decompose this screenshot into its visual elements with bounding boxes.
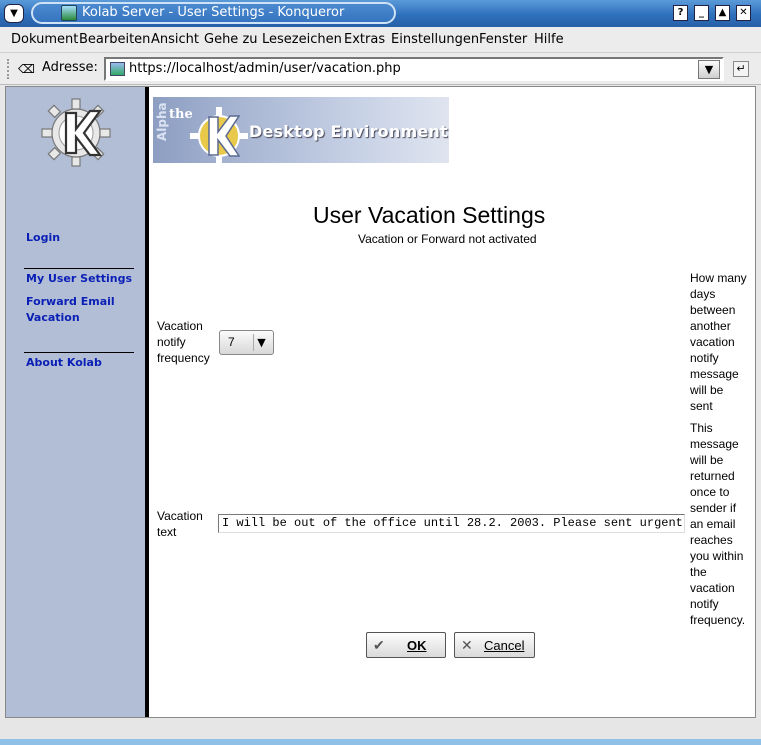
help-line: frequency. [690, 613, 746, 627]
help-line: once to [690, 485, 730, 499]
check-icon: ✔ [373, 637, 385, 653]
status-message: Vacation or Forward not activated [358, 232, 537, 246]
help-line: notify [690, 597, 719, 611]
frequency-select[interactable]: 7 ▼ [219, 330, 274, 355]
menu-lesezeichen[interactable]: Lesezeichen [262, 32, 342, 47]
banner-the: the [169, 107, 193, 122]
help-line: will be [690, 453, 724, 467]
sidebar: Login My User Settings Forward Email Vac… [6, 87, 149, 717]
maximize-icon[interactable]: ▲ [715, 5, 730, 21]
sidebar-link-login[interactable]: Login [26, 231, 60, 244]
window-bottom-border [0, 739, 761, 745]
ok-button[interactable]: ✔ OK [366, 632, 446, 658]
help-line: days [690, 287, 716, 301]
help-line: vacation [690, 335, 735, 349]
konqueror-app-icon [61, 5, 77, 21]
help-line: message [690, 437, 739, 451]
vacation-text-value: I will be out of the office until 28.2. … [222, 516, 685, 530]
frequency-label-line: notify [157, 335, 186, 349]
menu-extras[interactable]: Extras [344, 32, 385, 47]
vacation-text-help: This message will be returned once to se… [690, 420, 754, 628]
menu-bearbeiten[interactable]: Bearbeiten [79, 32, 150, 47]
frequency-label-line: frequency [157, 351, 210, 365]
sidebar-divider [24, 352, 134, 353]
menu-fenster[interactable]: Fenster [479, 32, 527, 47]
window-menu-icon[interactable]: ▼ [4, 4, 24, 23]
help-line: between [690, 303, 736, 317]
menu-gehe-zu[interactable]: Gehe zu [204, 32, 258, 47]
cancel-button-label: Cancel [484, 638, 525, 653]
status-bar [0, 719, 761, 745]
menu-ansicht[interactable]: Ansicht [151, 32, 199, 47]
help-line: reaches [690, 533, 733, 547]
kde-banner: Alpha the Desktop Environment [153, 97, 449, 163]
sidebar-link-forward-email[interactable]: Forward Email [26, 295, 115, 308]
minimize-icon[interactable]: _ [694, 5, 709, 21]
ok-button-label: OK [407, 638, 427, 653]
banner-title: Desktop Environment [249, 122, 448, 141]
vacation-text-label-line: text [157, 525, 177, 539]
sidebar-link-vacation[interactable]: Vacation [26, 311, 80, 324]
help-line: the [690, 565, 707, 579]
help-line: you within [690, 549, 744, 563]
history-dropdown-icon[interactable]: ▼ [698, 60, 720, 79]
go-icon[interactable]: ↵ [733, 61, 749, 77]
banner-alpha: Alpha [155, 102, 169, 141]
window-title: Kolab Server - User Settings - Konqueror [82, 5, 345, 20]
clear-location-icon[interactable]: ⌫ [18, 62, 35, 76]
help-line: vacation [690, 581, 735, 595]
location-label: Adresse: [42, 60, 98, 75]
help-line: message [690, 367, 739, 381]
sidebar-divider [24, 268, 134, 269]
help-line: returned [690, 469, 735, 483]
dropdown-arrow-icon[interactable]: ▼ [253, 334, 269, 351]
window-titlebar[interactable]: ▼ Kolab Server - User Settings - Konquer… [0, 0, 761, 27]
kde-gear-logo-icon [190, 107, 248, 163]
help-line: How many [690, 271, 747, 285]
menubar: Dokument Bearbeiten Ansicht Gehe zu Lese… [0, 27, 761, 53]
help-line: another [690, 319, 731, 333]
sidebar-link-my-user-settings[interactable]: My User Settings [26, 272, 132, 285]
frequency-value: 7 [228, 335, 235, 349]
frequency-help: How many days between another vacation n… [690, 270, 754, 414]
location-field[interactable]: https://localhost/admin/user/vacation.ph… [104, 57, 724, 81]
browser-viewport: Login My User Settings Forward Email Vac… [5, 86, 756, 718]
cross-icon: ✕ [461, 637, 473, 653]
frequency-label: Vacation notify frequency [157, 318, 210, 366]
favicon-icon [110, 62, 125, 76]
cancel-button[interactable]: ✕ Cancel [454, 632, 535, 658]
menu-dokument[interactable]: Dokument [11, 32, 78, 47]
help-line: will be [690, 383, 724, 397]
location-url[interactable]: https://localhost/admin/user/vacation.ph… [129, 61, 401, 76]
vacation-text-label-line: Vacation [157, 509, 203, 523]
menu-hilfe[interactable]: Hilfe [534, 32, 564, 47]
help-line: an email [690, 517, 736, 531]
help-line: sent [690, 399, 713, 413]
help-line: This [690, 421, 713, 435]
help-line: sender if [690, 501, 737, 515]
main-content: Alpha the Desktop Environment User Vacat… [153, 87, 755, 717]
kde-logo-icon [41, 98, 111, 167]
vacation-text-label: Vacation text [157, 508, 203, 540]
help-line: notify [690, 351, 719, 365]
menu-einstellungen[interactable]: Einstellungen [391, 32, 479, 47]
vacation-text-input[interactable]: I will be out of the office until 28.2. … [218, 514, 685, 533]
page-title: User Vacation Settings [313, 202, 546, 228]
sidebar-link-about-kolab[interactable]: About Kolab [26, 356, 102, 369]
close-icon[interactable]: ✕ [736, 5, 751, 21]
toolbar-grip[interactable] [7, 59, 11, 79]
frequency-label-line: Vacation [157, 319, 203, 333]
help-icon[interactable]: ? [673, 5, 688, 21]
location-toolbar: ⌫ Adresse: https://localhost/admin/user/… [0, 53, 761, 85]
